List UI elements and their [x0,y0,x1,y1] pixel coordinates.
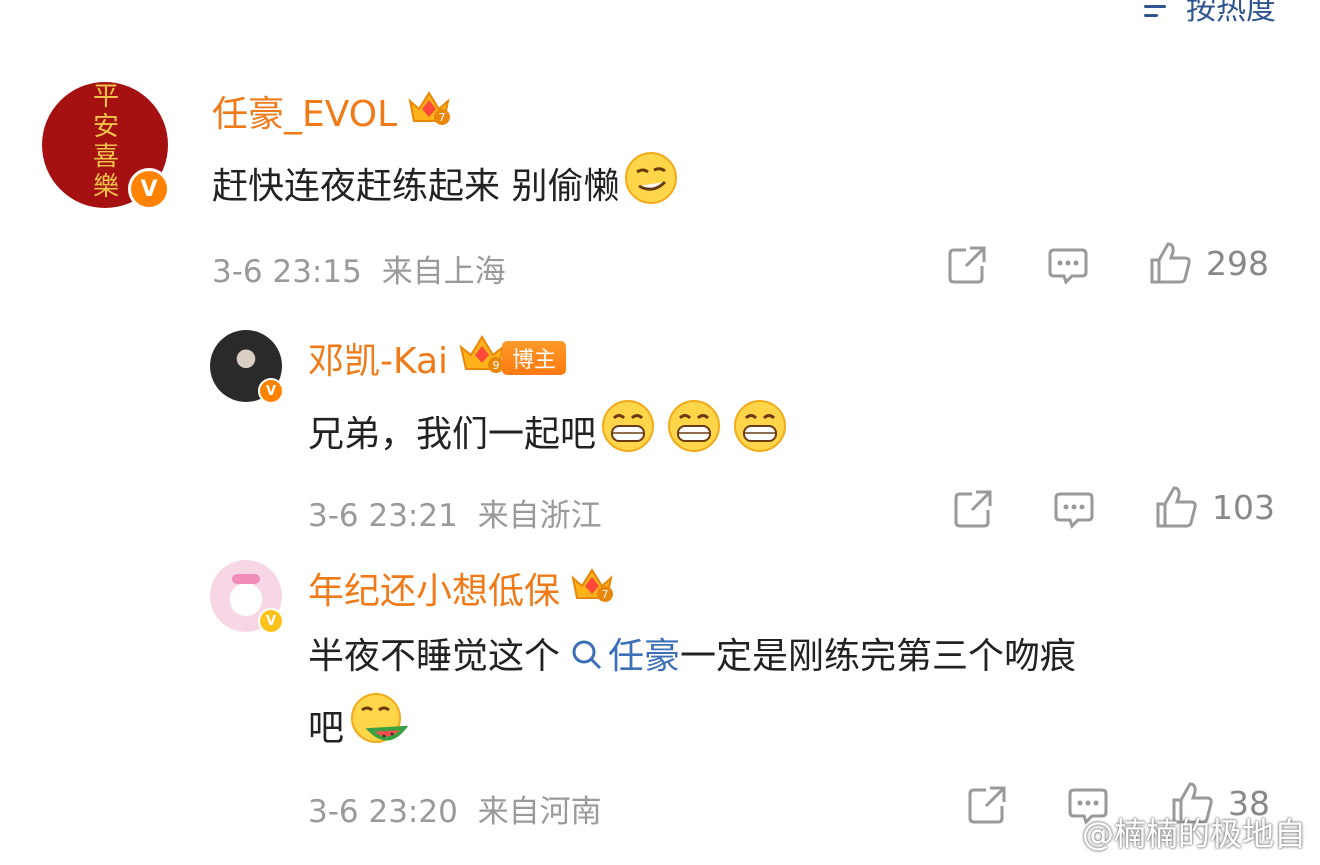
avatar-char: 安 [92,112,119,142]
timestamp: 3-6 23:20 [308,794,458,830]
verified-badge-icon: V [258,608,284,634]
username[interactable]: 任豪_EVOL [212,85,397,137]
svg-text:7: 7 [439,111,446,124]
username[interactable]: 邓凯-Kai [308,332,448,384]
comment-icon [1048,248,1088,285]
grin-emoji [600,398,656,474]
grin-emoji [666,398,722,474]
like-button[interactable]: 103 [1154,484,1275,530]
comment-text: 兄弟，我们一起吧 [308,414,597,455]
avatar[interactable]: 平 安 喜 樂 V [42,82,170,210]
avatar[interactable]: V [210,330,284,404]
username[interactable]: 年纪还小想低保 [308,562,560,614]
verified-badge-icon: V [258,378,284,404]
weibo-logo-icon [1029,817,1073,850]
like-count: 103 [1212,487,1275,527]
location: 来自上海 [381,254,506,290]
thumbs-up-icon [1150,242,1191,284]
share-button[interactable] [946,244,988,286]
like-button[interactable]: 298 [1148,240,1269,286]
avatar[interactable]: V [210,560,284,634]
smirk-emoji [623,150,679,226]
crown-7-icon: 7 [407,87,451,136]
grin-emoji [732,398,788,474]
verified-badge-icon: V [128,168,170,210]
share-icon [968,786,1006,824]
svg-text:7: 7 [602,588,609,601]
comment-icon [1054,492,1094,529]
avatar-char: 喜 [92,142,119,172]
avatar-char: 平 [92,82,119,112]
comment-text: 一定是刚练完第三个吻痕 [680,636,1077,677]
location: 来自河南 [477,794,602,830]
blogger-tag: 博主 [502,341,567,375]
avatar-char: 樂 [92,172,119,202]
sort-label: 按热度 [1186,0,1276,27]
svg-text:9: 9 [493,359,500,372]
watermark: @楠楠的极地自 [1028,809,1306,855]
eating-watermelon-emoji [348,690,409,770]
comment-text: 吧 [308,708,345,749]
share-icon [954,490,992,528]
share-button[interactable] [966,784,1008,826]
comment-button[interactable] [1052,488,1096,532]
sort-by-hot-button[interactable]: 按热度 [1144,0,1276,27]
topic-search-link[interactable]: 任豪 [560,636,680,677]
location: 来自浙江 [477,498,602,534]
timestamp: 3-6 23:21 [308,498,458,534]
sort-lines-icon [1144,0,1176,18]
search-icon [572,640,602,670]
share-button[interactable] [952,488,994,530]
comment-button[interactable] [1046,244,1090,288]
comment-text: 赶快连夜赶练起来 别偷懒 [212,166,620,207]
share-icon [948,246,986,284]
thumbs-up-icon [1156,486,1197,528]
like-count: 298 [1206,243,1269,283]
timestamp: 3-6 23:15 [212,254,362,290]
comment-text: 半夜不睡觉这个 [308,636,561,677]
watermark-text: @楠楠的极地自 [1081,815,1306,853]
crown-7-icon: 7 [570,564,614,613]
crown-9-icon: 9 [458,333,506,384]
link-text: 任豪 [608,636,681,677]
